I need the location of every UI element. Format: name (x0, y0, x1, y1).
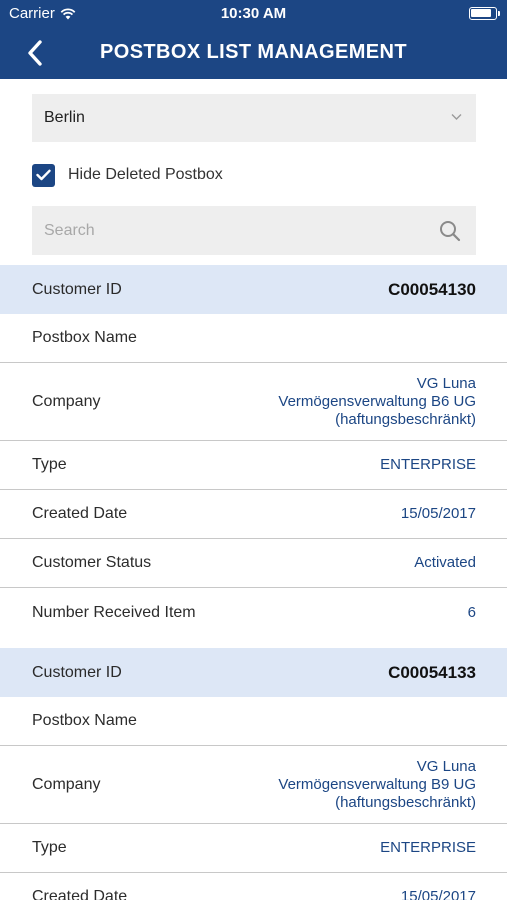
type-value: ENTERPRISE (380, 456, 476, 473)
status-bar: Carrier 10:30 AM (0, 0, 507, 28)
search-input[interactable] (32, 206, 422, 255)
customer-id-value: C00054130 (388, 279, 476, 299)
company-line: Vermögensverwaltung B6 UG (278, 392, 476, 410)
company-label: Company (32, 392, 101, 410)
company-value: VG Luna Vermögensverwaltung B9 UG (haftu… (278, 758, 476, 812)
search-icon[interactable] (439, 220, 461, 242)
status-time: 10:30 AM (220, 5, 287, 22)
number-received-item-value: 6 (467, 603, 476, 621)
hide-deleted-checkbox[interactable] (32, 163, 55, 187)
company-label: Company (32, 775, 101, 793)
battery-icon (469, 7, 500, 20)
company-row: Company VG Luna Vermögensverwaltung B9 U… (0, 746, 507, 824)
created-date-row: Created Date 15/05/2017 (0, 490, 507, 539)
company-line: (haftungsbeschränkt) (335, 410, 476, 428)
customer-header-row[interactable]: Customer ID C00054133 (0, 648, 507, 697)
company-line: (haftungsbeschränkt) (335, 793, 476, 811)
customer-list: Customer ID C00054130 Postbox Name Compa… (0, 265, 507, 900)
customer-header-row[interactable]: Customer ID C00054130 (0, 265, 507, 314)
company-line: Vermögensverwaltung B9 UG (278, 775, 476, 793)
postbox-name-row: Postbox Name (0, 314, 507, 363)
postbox-name-label: Postbox Name (32, 329, 137, 346)
customer-id-value: C00054133 (388, 662, 476, 682)
location-select[interactable]: Berlin (32, 94, 476, 142)
company-value: VG Luna Vermögensverwaltung B6 UG (haftu… (278, 375, 476, 429)
type-row: Type ENTERPRISE (0, 441, 507, 490)
company-line: VG Luna (416, 374, 476, 392)
type-label: Type (32, 839, 67, 856)
company-line: VG Luna (416, 757, 476, 775)
company-row: Company VG Luna Vermögensverwaltung B6 U… (0, 363, 507, 441)
customer-status-label: Customer Status (32, 554, 152, 571)
number-received-item-row: Number Received Item 6 (0, 588, 507, 637)
created-date-label: Created Date (32, 505, 128, 522)
type-label: Type (32, 456, 67, 473)
card-separator (0, 637, 507, 648)
number-received-item-label: Number Received Item (32, 603, 196, 621)
type-value: ENTERPRISE (380, 839, 476, 856)
customer-id-label: Customer ID (32, 663, 122, 681)
customer-id-label: Customer ID (32, 280, 122, 298)
checkmark-icon (36, 169, 51, 181)
type-row: Type ENTERPRISE (0, 824, 507, 873)
location-select-value: Berlin (44, 109, 85, 126)
hide-deleted-label: Hide Deleted Postbox (68, 166, 223, 183)
created-date-value: 15/05/2017 (400, 888, 476, 900)
customer-status-row: Customer Status Activated (0, 539, 507, 588)
postbox-name-label: Postbox Name (32, 712, 137, 729)
customer-status-value: Activated (414, 554, 476, 571)
postbox-name-row: Postbox Name (0, 697, 507, 746)
created-date-value: 15/05/2017 (400, 505, 476, 522)
search-bar (32, 206, 476, 255)
created-date-row: Created Date 15/05/2017 (0, 873, 507, 900)
created-date-label: Created Date (32, 888, 128, 900)
navigation-bar: POSTBOX LIST MANAGEMENT (0, 28, 507, 79)
page-title: POSTBOX LIST MANAGEMENT (100, 41, 407, 63)
hide-deleted-toggle[interactable]: Hide Deleted Postbox (32, 163, 223, 187)
chevron-down-icon (451, 114, 462, 120)
